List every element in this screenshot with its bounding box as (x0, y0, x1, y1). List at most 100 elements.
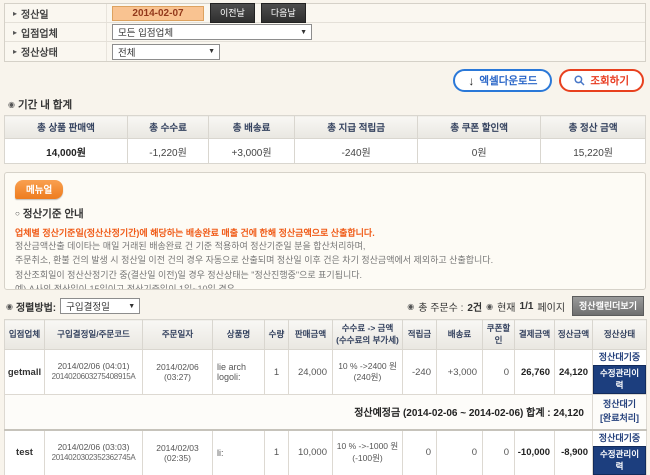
notice-title-text: 정산기준 안내 (23, 206, 84, 221)
status-label: ▸ 정산상태 (5, 42, 107, 61)
order-date-cell: 2014/02/06 (03:27) (143, 350, 213, 395)
sale-cell: 10,000 (289, 430, 333, 475)
summary-val-fee: -1,220원 (128, 139, 209, 164)
date-field: 2014-02-07 이전날 다음날 (107, 3, 645, 23)
status-text: 정산대기중 (599, 352, 640, 362)
next-day-button[interactable]: 다음날 (261, 3, 306, 23)
col-payment: 결제금액 (515, 320, 555, 350)
chevron-down-icon: ▼ (128, 303, 135, 310)
status-text: 정산대기중 (599, 433, 640, 443)
summary-col-sales: 총 상품 판매액 (5, 116, 128, 139)
chevron-down-icon: ▼ (208, 48, 215, 55)
sort-label: 정렬방법: (16, 299, 56, 314)
qty-cell: 1 (265, 430, 289, 475)
col-status: 정산상태 (593, 320, 647, 350)
payment-cell: 26,760 (515, 350, 555, 395)
col-coupon: 쿠폰할인 (483, 320, 515, 350)
vendor-select[interactable]: 모든 입점업체 ▼ (112, 24, 312, 40)
page-prefix: 현재 (497, 299, 515, 314)
status-select[interactable]: 전체 ▼ (112, 44, 220, 60)
manual-badge: 메뉴얼 (15, 180, 63, 199)
filter-row-status: ▸ 정산상태 전체 ▼ (5, 42, 645, 61)
excel-download-label: 엑셀다운로드 (479, 73, 537, 88)
search-button[interactable]: 조회하기 (559, 69, 644, 92)
excel-download-button[interactable]: ↓ 엑셀다운로드 (453, 69, 552, 92)
summary-val-coupon: 0원 (418, 139, 541, 164)
qty-cell: 1 (265, 350, 289, 395)
col-fee: 수수료 -> 금액 (수수료의 부가세) (333, 320, 403, 350)
settlement-date-input[interactable]: 2014-02-07 (112, 6, 204, 21)
settlement-cell: 24,120 (555, 350, 593, 395)
orders-header-row: 입점업체 구입결정일/주문코드 주문일자 상품명 수량 판매금액 수수료 -> … (5, 320, 647, 350)
notice-highlight: 업체별 정산기준일(정산산정기간)에 해당하는 배송완료 매출 건에 한해 정산… (15, 226, 635, 239)
coupon-cell: 0 (483, 350, 515, 395)
decision-date-cell: 2014/02/06 (04:01) 2014020603275408915A (45, 350, 143, 395)
edit-history-button[interactable]: 수정관리이력 (593, 446, 646, 475)
notice-line: 정산조회일이 정산산정기간 중(결산일 이전)일 경우 정산상태는 "정산진행중… (15, 268, 635, 282)
sort-select-value: 구입결정일 (66, 299, 110, 313)
chevron-down-icon: ▼ (300, 29, 307, 36)
page-suffix: 페이지 (537, 299, 565, 314)
search-label: 조회하기 (590, 73, 629, 88)
notice-line: 정산금액산출 데이타는 매일 거래된 배송완료 건 기준 적용하여 정산기준일 … (15, 239, 635, 253)
sale-cell: 24,000 (289, 350, 333, 395)
product-cell: li: (213, 430, 265, 475)
bullet-icon: ◉ (407, 302, 414, 311)
status-select-value: 전체 (118, 45, 135, 59)
subtotal-status: 정산대기 [완료처리] (593, 395, 647, 430)
decision-date: 2014/02/06 (03:03) (58, 442, 130, 452)
settlement-calendar-button[interactable]: 정산캘린더보기 (572, 296, 644, 316)
bullet-icon: ◉ (6, 302, 13, 311)
shipping-cell: 0 (437, 430, 483, 475)
notice-title: ○ 정산기준 안내 (15, 206, 635, 221)
decision-date: 2014/02/06 (04:01) (58, 361, 130, 371)
summary-title: ◉ 기간 내 합계 (8, 97, 642, 112)
order-date-cell: 2014/02/03 (02:35) (143, 430, 213, 475)
bullet-icon: ◉ (486, 302, 493, 311)
product-cell: lie arch logoli: (213, 350, 265, 395)
settlement-notice-box: 메뉴얼 ○ 정산기준 안내 업체별 정산기준일(정산산정기간)에 해당하는 배송… (4, 172, 646, 290)
col-product: 상품명 (213, 320, 265, 350)
col-shipping: 배송료 (437, 320, 483, 350)
subtotal-row: 정산예정금 (2014-02-06 ~ 2014-02-06) 합계 : 24,… (5, 395, 647, 430)
summary-val-points: -240원 (295, 139, 418, 164)
fee-cell: 10 % ->-1000 원 (-100원) (333, 430, 403, 475)
subtotal-text: 정산예정금 (2014-02-06 ~ 2014-02-06) 합계 : 24,… (5, 395, 593, 430)
col-settlement: 정산금액 (555, 320, 593, 350)
col-qty: 수량 (265, 320, 289, 350)
list-meta: ◉ 총 주문수 : 2건 ◉ 현재 1/1 페이지 정산캘린더보기 (407, 296, 644, 316)
summary-col-shipping: 총 배송료 (208, 116, 294, 139)
filter-form: ▸ 정산일 2014-02-07 이전날 다음날 ▸ 입점업체 모든 입점업체 … (4, 3, 646, 62)
summary-col-coupon: 총 쿠폰 할인액 (418, 116, 541, 139)
summary-col-points: 총 지급 적립금 (295, 116, 418, 139)
search-icon (574, 75, 585, 86)
summary-col-fee: 총 수수료 (128, 116, 209, 139)
shipping-cell: +3,000 (437, 350, 483, 395)
edit-history-button[interactable]: 수정관리이력 (593, 365, 646, 394)
ring-bullet-icon: ○ (15, 209, 20, 218)
summary-header-row: 총 상품 판매액 총 수수료 총 배송료 총 지급 적립금 총 쿠폰 할인액 총… (5, 116, 646, 139)
label-arrow-icon: ▸ (13, 47, 17, 56)
order-row: test 2014/02/06 (03:03) 2014020302352362… (5, 430, 647, 475)
list-controls: ◉ 정렬방법: 구입결정일 ▼ ◉ 총 주문수 : 2건 ◉ 현재 1/1 페이… (6, 296, 644, 316)
filter-row-date: ▸ 정산일 2014-02-07 이전날 다음날 (5, 4, 645, 23)
vendor-select-value: 모든 입점업체 (118, 25, 173, 39)
date-label: ▸ 정산일 (5, 4, 107, 22)
total-orders-label: 총 주문수 : (418, 299, 463, 314)
order-row: getmall 2014/02/06 (04:01) 2014020603275… (5, 350, 647, 395)
order-code: 2014020302352362745A (45, 453, 142, 463)
vendor-label-text: 입점업체 (21, 25, 58, 40)
page-indicator: 1/1 (520, 301, 534, 312)
summary-value-row: 14,000원 -1,220원 +3,000원 -240원 0원 15,220원 (5, 139, 646, 164)
summary-val-sales: 14,000원 (5, 139, 128, 164)
summary-val-shipping: +3,000원 (208, 139, 294, 164)
order-code: 2014020603275408915A (45, 372, 142, 382)
vendor-field: 모든 입점업체 ▼ (107, 24, 645, 40)
orders-table: 입점업체 구입결정일/주문코드 주문일자 상품명 수량 판매금액 수수료 -> … (4, 319, 647, 475)
vendor-label: ▸ 입점업체 (5, 23, 107, 41)
points-cell: -240 (403, 350, 437, 395)
label-arrow-icon: ▸ (13, 28, 17, 37)
sort-select[interactable]: 구입결정일 ▼ (60, 298, 140, 314)
decision-date-cell: 2014/02/06 (03:03) 2014020302352362745A (45, 430, 143, 475)
prev-day-button[interactable]: 이전날 (210, 3, 255, 23)
